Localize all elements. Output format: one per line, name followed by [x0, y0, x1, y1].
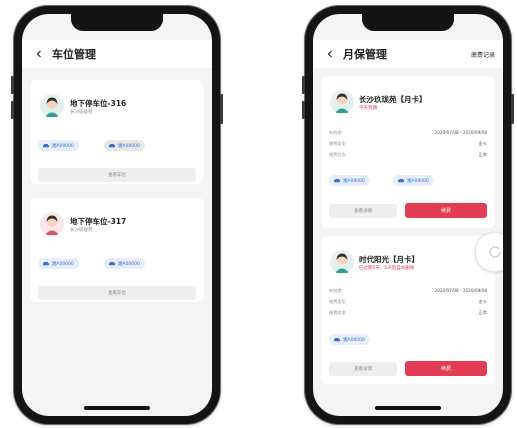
info-value: 2020/07/08 - 2020/09/08	[434, 130, 487, 135]
info-row: 有效期 2020/07/08 - 2020/09/08	[329, 130, 487, 137]
car-icon	[43, 261, 49, 266]
renew-button[interactable]: 续费	[405, 203, 487, 218]
parking-community: 长沙玖珑苑	[70, 228, 93, 233]
car-icon	[398, 178, 404, 183]
pass-status-note: 已过期5天，5天后自动删除	[359, 266, 415, 271]
left-navbar: 车位管理	[22, 40, 212, 68]
back-chevron-icon[interactable]	[30, 45, 48, 63]
volume-down-button	[302, 101, 305, 119]
phone-right: 月保管理 缴费记录 长沙玖珑苑【月卡】 今天到期 有效期 2020/07/08 …	[302, 6, 514, 424]
info-label: 缴费状态	[329, 152, 346, 157]
monthly-pass-card[interactable]: 时代阳光【月卡】 已过期5天，5天后自动删除 有效期 2020/07/08 - …	[321, 236, 495, 384]
license-plate-tag[interactable]: 湘A00000	[329, 175, 370, 186]
info-value: 2020/07/08 - 2020/09/08	[434, 288, 487, 293]
phone-notch	[71, 14, 163, 31]
volume-up-button	[11, 76, 14, 94]
license-plate-tag[interactable]: 湘A00000	[104, 140, 145, 151]
plate-number: 湘A00000	[343, 178, 365, 184]
car-icon	[334, 337, 340, 342]
info-row: 缴费状态 正常	[329, 152, 487, 159]
car-icon	[334, 178, 340, 183]
license-plate-tag[interactable]: 湘A00000	[393, 175, 434, 186]
parking-name: 地下停车位-317	[70, 217, 127, 226]
license-plate-tag[interactable]: 湘A00000	[329, 334, 370, 345]
view-details-button[interactable]: 查看详情	[329, 362, 397, 376]
view-parking-button[interactable]: 查看车位	[38, 168, 196, 182]
pass-status-note: 今天到期	[359, 106, 377, 111]
volume-up-button	[302, 76, 305, 94]
info-label: 有效期	[329, 130, 342, 135]
car-icon	[43, 143, 49, 148]
parking-card[interactable]: 地下停车位-317 长沙玖珑苑 湘A00000 湘A00000 查看车位	[30, 198, 204, 302]
info-label: 缴费类型	[329, 141, 346, 146]
license-plate-tag[interactable]: 湘A00000	[38, 140, 79, 151]
info-label: 有效期	[329, 288, 342, 293]
power-button	[511, 94, 514, 124]
monthly-pass-card[interactable]: 长沙玖珑苑【月卡】 今天到期 有效期 2020/07/08 - 2020/09/…	[321, 76, 495, 228]
refresh-icon	[489, 246, 501, 258]
parking-community: 长沙玖珑苑	[70, 110, 93, 115]
info-value: 正常	[478, 310, 487, 315]
info-row: 缴费状态 正常	[329, 310, 487, 317]
info-label: 缴费类型	[329, 299, 346, 304]
info-value: 金卡	[478, 141, 487, 146]
parking-name: 地下停车位-316	[70, 99, 127, 108]
plate-number: 湘A00000	[52, 143, 74, 149]
back-chevron-icon[interactable]	[321, 45, 339, 63]
license-plate-tag[interactable]: 湘A00000	[104, 258, 145, 269]
plate-number: 湘A00000	[407, 178, 429, 184]
right-screen: 月保管理 缴费记录 长沙玖珑苑【月卡】 今天到期 有效期 2020/07/08 …	[313, 14, 503, 416]
info-row: 缴费类型 金卡	[329, 141, 487, 148]
plate-number: 湘A00000	[52, 261, 74, 267]
plate-number: 湘A00000	[118, 143, 140, 149]
user-avatar-icon	[330, 90, 354, 114]
payment-records-link[interactable]: 缴费记录	[471, 50, 495, 59]
left-screen: 车位管理 地下停车位-316 长沙玖珑苑 湘A00000 湘A00000 查看车…	[22, 14, 212, 416]
page-title: 车位管理	[52, 48, 96, 61]
parking-card[interactable]: 地下停车位-316 长沙玖珑苑 湘A00000 湘A00000 查看车位	[30, 80, 204, 184]
license-plate-tag[interactable]: 湘A00000	[38, 258, 79, 269]
info-row: 有效期 2020/07/08 - 2020/09/08	[329, 288, 487, 295]
user-avatar-icon	[40, 212, 64, 236]
car-icon	[109, 143, 115, 148]
home-indicator	[375, 406, 441, 410]
info-value: 正常	[478, 152, 487, 157]
user-avatar-icon	[330, 250, 354, 274]
info-value: 金卡	[478, 299, 487, 304]
home-indicator	[84, 406, 150, 410]
car-icon	[109, 261, 115, 266]
phone-left: 车位管理 地下停车位-316 长沙玖珑苑 湘A00000 湘A00000 查看车…	[11, 6, 223, 424]
view-parking-button[interactable]: 查看车位	[38, 286, 196, 300]
phone-notch	[362, 14, 454, 31]
pass-name: 长沙玖珑苑【月卡】	[359, 95, 427, 104]
right-navbar: 月保管理 缴费记录	[313, 40, 503, 68]
volume-down-button	[11, 101, 14, 119]
info-label: 缴费状态	[329, 310, 346, 315]
plate-number: 湘A00000	[343, 337, 365, 343]
page-title: 月保管理	[343, 48, 387, 61]
user-avatar-icon	[40, 94, 64, 118]
floating-action-button[interactable]	[475, 232, 503, 272]
renew-button[interactable]: 续费	[405, 361, 487, 376]
power-button	[220, 94, 223, 124]
plate-number: 湘A00000	[118, 261, 140, 267]
info-row: 缴费类型 金卡	[329, 299, 487, 306]
view-details-button[interactable]: 查看详情	[329, 204, 397, 218]
screenshot-canvas: 车位管理 地下停车位-316 长沙玖珑苑 湘A00000 湘A00000 查看车…	[0, 0, 517, 428]
pass-name: 时代阳光【月卡】	[359, 255, 419, 264]
